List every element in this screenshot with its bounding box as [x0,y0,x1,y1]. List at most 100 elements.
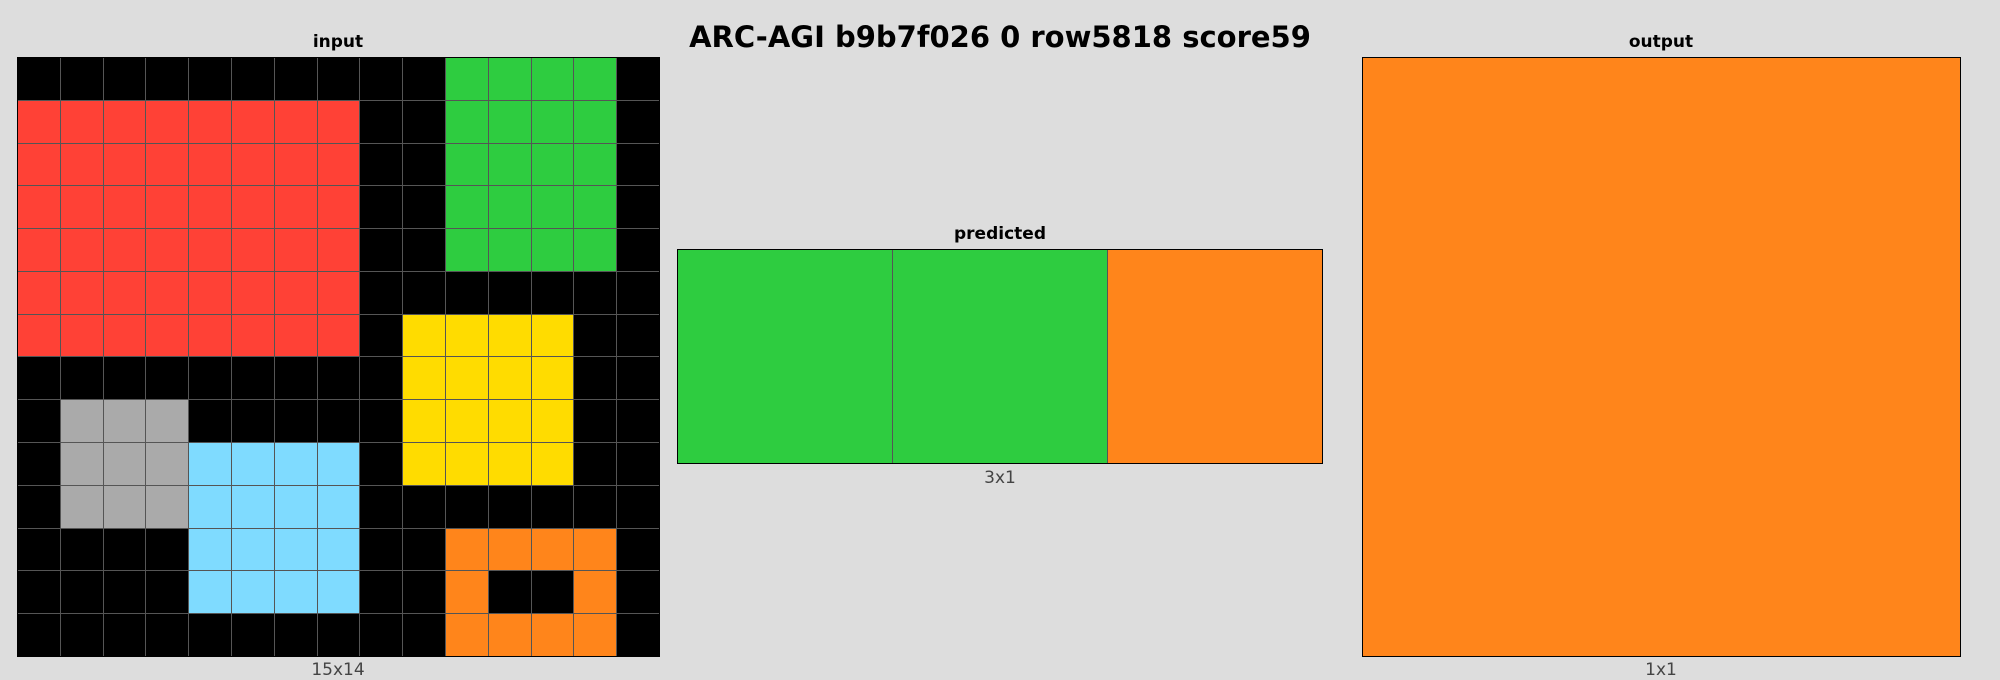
input-cell [445,186,488,229]
input-cell [617,271,659,314]
input-cell [146,271,189,314]
input-cell [18,271,60,314]
input-cell [146,229,189,271]
input-cell [103,528,146,571]
input-cell [103,357,146,400]
input-cell [574,357,617,400]
input-cell [445,58,488,100]
input-cell [103,229,146,271]
input-cell [317,485,360,528]
input-cell [574,485,617,528]
input-cell [617,400,659,443]
input-cell [231,443,274,485]
input-cell [317,571,360,614]
input-cell [60,571,103,614]
input-cell [488,100,531,143]
input-cell [103,271,146,314]
input-cell [531,400,574,443]
input-cell [488,400,531,443]
output-grid [1362,57,1961,657]
input-cell [18,400,60,443]
input-cell [403,528,445,571]
input-cell [617,58,659,100]
input-cell [274,100,317,143]
input-cell [60,100,103,143]
input-cell [189,400,231,443]
predicted-label: predicted [954,224,1046,244]
input-cell [18,58,60,100]
input-cell [146,314,189,357]
input-cell [231,614,274,656]
input-cell [403,58,445,100]
input-cell [146,357,189,400]
input-cell [146,400,189,443]
input-cell [103,100,146,143]
input-cell [617,100,659,143]
input-cell [360,100,403,143]
input-cell [189,143,231,186]
input-cell [231,314,274,357]
input-cell [146,614,189,656]
input-cell [274,229,317,271]
input-cell [146,58,189,100]
input-cell [189,443,231,485]
input-cell [317,143,360,186]
input-cell [189,186,231,229]
figure-title: ARC-AGI b9b7f026 0 row5818 score59 [689,20,1311,54]
input-cell [103,485,146,528]
input-cell [531,614,574,656]
input-cell [360,314,403,357]
input-cell [231,100,274,143]
input-cell [274,143,317,186]
input-cell [403,229,445,271]
input-cell [189,614,231,656]
input-cell [617,443,659,485]
input-cell [317,400,360,443]
input-cell [360,357,403,400]
input-cell [445,571,488,614]
input-cell [231,58,274,100]
input-cell [360,186,403,229]
input-cell [18,357,60,400]
input-cell [617,485,659,528]
input-cell [617,357,659,400]
input-cell [403,443,445,485]
input-cell [360,400,403,443]
input-cell [103,314,146,357]
input-cell [189,357,231,400]
input-cell [60,400,103,443]
input-cell [18,186,60,229]
input-cell [360,58,403,100]
input-cell [574,143,617,186]
input-cell [403,614,445,656]
input-cell [103,143,146,186]
input-cell [231,357,274,400]
output-label: output [1628,32,1694,52]
input-cell [445,485,488,528]
input-cell [274,357,317,400]
input-cell [274,614,317,656]
input-cell [231,528,274,571]
input-cell [488,485,531,528]
input-cell [531,443,574,485]
input-cell [403,314,445,357]
input-cell [103,614,146,656]
input-cell [617,528,659,571]
input-cell [531,229,574,271]
input-cell [60,229,103,271]
input-cell [60,614,103,656]
input-cell [403,357,445,400]
input-cell [274,400,317,443]
input-cell [189,528,231,571]
input-cell [274,485,317,528]
input-cell [488,443,531,485]
input-cell [531,186,574,229]
input-cell [617,229,659,271]
input-cell [488,614,531,656]
input-cell [488,314,531,357]
input-cell [445,528,488,571]
input-cell [445,100,488,143]
input-cell [574,271,617,314]
input-cell [574,229,617,271]
input-cell [18,314,60,357]
